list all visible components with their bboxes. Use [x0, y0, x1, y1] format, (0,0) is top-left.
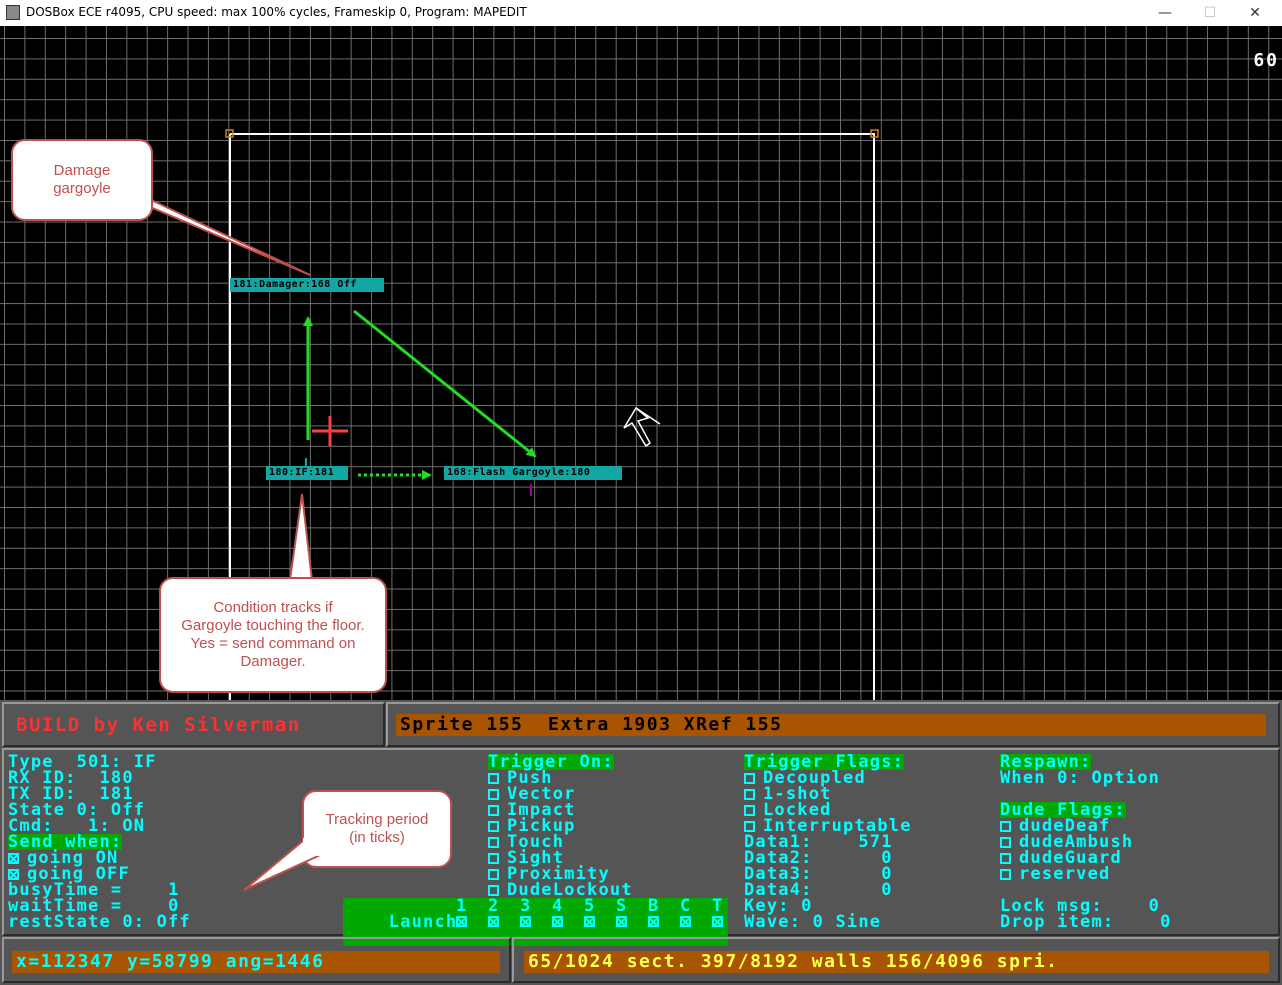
checkbox-checked-icon[interactable]	[8, 853, 19, 864]
close-button[interactable]: ✕	[1235, 2, 1275, 24]
checkbox-empty-icon[interactable]	[488, 789, 499, 800]
info-panel: BUILD by Ken Silverman Sprite 155 Extra …	[0, 700, 1282, 985]
callout-condition: Condition tracks if Gargoyle touching th…	[159, 577, 387, 693]
checkbox-empty-icon[interactable]	[744, 805, 755, 816]
checkbox-empty-icon[interactable]	[1000, 837, 1011, 848]
launch-slot-s[interactable]: S	[616, 898, 627, 915]
callout-text: Condition tracks if	[213, 599, 333, 616]
callout-text: Gargoyle touching the floor.	[181, 617, 365, 634]
coords-box: x=112347 y=58799 ang=1446	[2, 937, 511, 983]
callout-tracking-period: Tracking period (in ticks)	[302, 790, 452, 868]
launch-slot-c[interactable]: C	[680, 898, 691, 915]
stats-box: 65/1024 sect. 397/8192 walls 156/4096 sp…	[512, 937, 1280, 983]
checkbox-empty-icon[interactable]	[1000, 853, 1011, 864]
checkbox-checked-icon[interactable]	[456, 916, 467, 927]
checkbox-empty-icon[interactable]	[488, 853, 499, 864]
launch-slot-t[interactable]: T	[712, 898, 723, 915]
checkbox-empty-icon[interactable]	[488, 869, 499, 880]
checkbox-checked-icon[interactable]	[712, 916, 723, 927]
checkbox-empty-icon[interactable]	[744, 789, 755, 800]
callout-text: Damager.	[240, 653, 306, 670]
launch-slot-5[interactable]: 5	[584, 898, 595, 915]
callout-damage-gargoyle: Damage gargoyle	[11, 139, 153, 221]
coords-readout: x=112347 y=58799 ang=1446	[12, 951, 500, 973]
launch-slot-2[interactable]: 2	[488, 898, 499, 915]
checkbox-checked-icon[interactable]	[520, 916, 531, 927]
wave-field[interactable]: Wave: 0 Sine	[744, 914, 881, 931]
callout-text: (in ticks)	[349, 829, 405, 846]
checkbox-checked-icon[interactable]	[648, 916, 659, 927]
window-title: DOSBox ECE r4095, CPU speed: max 100% cy…	[26, 5, 527, 19]
launch-label: Launch	[388, 912, 458, 932]
maximize-button[interactable]: ☐	[1190, 2, 1230, 24]
window-titlebar[interactable]: DOSBox ECE r4095, CPU speed: max 100% cy…	[0, 0, 1282, 26]
build-title: BUILD by Ken Silverman	[16, 714, 301, 736]
map-stats: 65/1024 sect. 397/8192 walls 156/4096 sp…	[524, 951, 1269, 973]
checkbox-empty-icon[interactable]	[488, 885, 499, 896]
mouse-pointer-icon	[623, 406, 661, 448]
checkbox-empty-icon[interactable]	[488, 821, 499, 832]
checkbox-empty-icon[interactable]	[1000, 869, 1011, 880]
checkbox-checked-icon[interactable]	[680, 916, 691, 927]
launch-slot-4[interactable]: 4	[552, 898, 563, 915]
callout-pointer	[131, 190, 311, 276]
callout-text: Yes = send command on	[190, 635, 356, 652]
callout-text: gargoyle	[53, 180, 111, 197]
checkbox-empty-icon[interactable]	[744, 821, 755, 832]
map-2d-view[interactable]: 60 181:Damager:168 Off 180:IF:181 168:Fl…	[0, 26, 1282, 700]
callout-text: Tracking period	[325, 811, 429, 828]
checkbox-checked-icon[interactable]	[584, 916, 595, 927]
checkbox-empty-icon[interactable]	[488, 837, 499, 848]
dude-flag-label: reserved	[1019, 864, 1111, 884]
dude-flag-reserved[interactable]: reserved	[1000, 864, 1111, 884]
sprite-info: Sprite 155 Extra 1903 XRef 155	[396, 714, 1266, 736]
checkbox-empty-icon[interactable]	[488, 805, 499, 816]
checkbox-checked-icon[interactable]	[552, 916, 563, 927]
link-arrow	[353, 309, 537, 458]
checkbox-checked-icon[interactable]	[8, 869, 19, 880]
launch-slot-1[interactable]: 1	[456, 898, 467, 915]
sprite-tag-flash-gargoyle[interactable]: 168:Flash Gargoyle:180	[444, 466, 622, 480]
checkbox-checked-icon[interactable]	[616, 916, 627, 927]
sprite-tag-condition[interactable]: 180:IF:181	[266, 466, 348, 480]
dosbox-app-icon	[6, 5, 20, 20]
checkbox-empty-icon[interactable]	[1000, 821, 1011, 832]
callout-pointer	[288, 493, 314, 581]
cursor-crosshair	[312, 416, 348, 446]
fps-counter: 60	[1253, 50, 1279, 71]
rest-state-field[interactable]: restState 0: Off	[8, 914, 191, 931]
checkbox-empty-icon[interactable]	[744, 773, 755, 784]
checkbox-checked-icon[interactable]	[488, 916, 499, 927]
build-title-box: BUILD by Ken Silverman	[2, 702, 385, 747]
sprite-tag-damager[interactable]: 181:Damager:168 Off	[230, 278, 384, 292]
respawn-when-field[interactable]: When 0: Option	[1000, 770, 1160, 787]
launch-slot-b[interactable]: B	[648, 898, 659, 915]
minimize-button[interactable]: —	[1145, 2, 1185, 24]
callout-text: Damage	[53, 162, 111, 179]
sprite-info-box: Sprite 155 Extra 1903 XRef 155	[386, 702, 1280, 747]
launch-slot-3[interactable]: 3	[520, 898, 531, 915]
drop-item-field[interactable]: Drop item: 0	[1000, 914, 1172, 931]
checkbox-empty-icon[interactable]	[488, 773, 499, 784]
